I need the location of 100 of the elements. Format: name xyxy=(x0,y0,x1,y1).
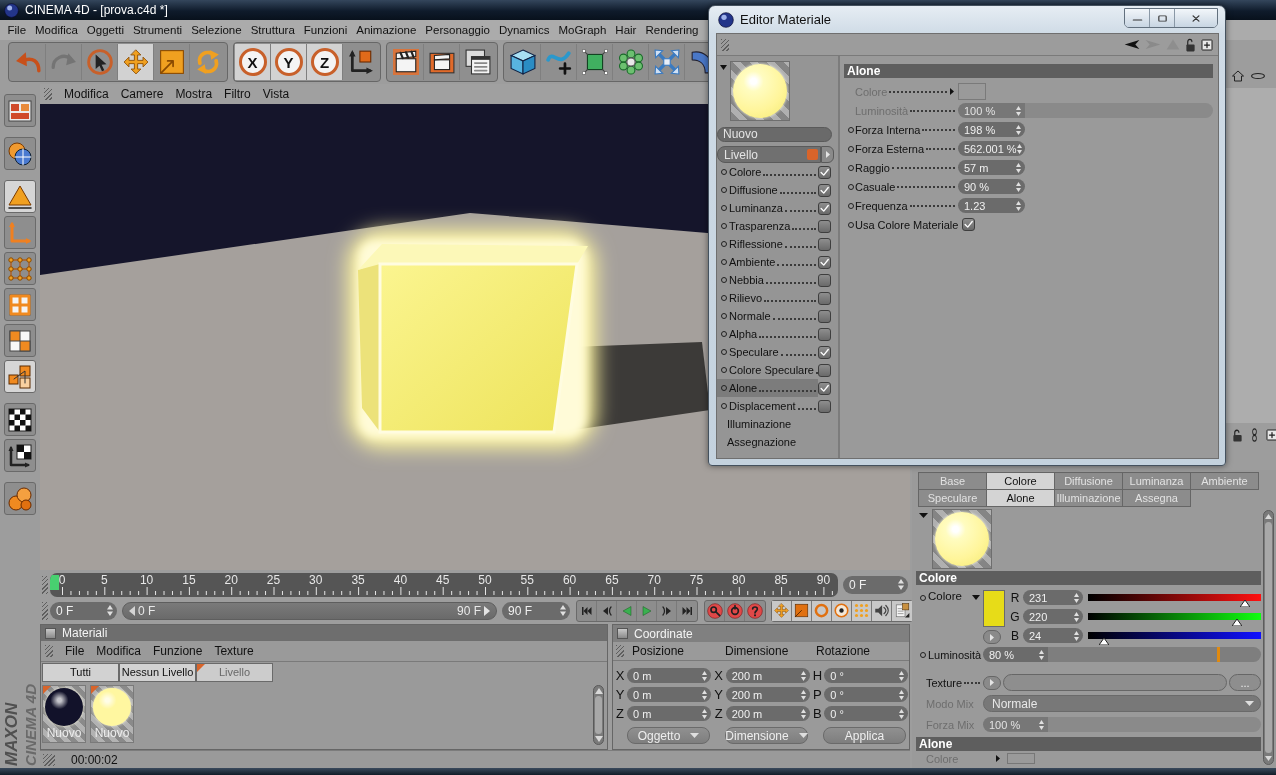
checkbox[interactable] xyxy=(818,273,831,287)
checkbox[interactable] xyxy=(818,309,831,323)
checkbox[interactable] xyxy=(818,165,831,179)
coordinate-field[interactable]: 200 m xyxy=(725,668,810,683)
grip-handle[interactable] xyxy=(45,645,53,657)
coordinate-field[interactable]: 0 m xyxy=(627,668,711,683)
menu-item[interactable]: Mostra xyxy=(169,87,219,101)
grip-handle[interactable] xyxy=(42,575,48,594)
channel-item[interactable]: Alpha xyxy=(717,325,818,343)
menu-item[interactable]: Modifica xyxy=(58,87,115,101)
key-filter-button[interactable] xyxy=(872,600,892,621)
key-filter-button[interactable] xyxy=(892,600,912,621)
page-item[interactable]: Assegnazione xyxy=(717,433,838,451)
checkbox[interactable] xyxy=(818,255,831,269)
apply-button[interactable]: Applica xyxy=(823,727,906,744)
menu-item[interactable]: Texture xyxy=(208,644,260,658)
coordinate-field[interactable]: 200 m xyxy=(725,706,810,721)
channel-item[interactable]: Speculare xyxy=(717,343,818,361)
layer-button[interactable]: Livello xyxy=(717,146,821,163)
menu-item[interactable]: Selezione xyxy=(186,24,247,36)
channel-item[interactable]: Rilievo xyxy=(717,289,818,307)
coordinate-field[interactable]: 0 ° xyxy=(824,706,909,721)
menu-item[interactable]: Funzione xyxy=(147,644,209,658)
coordinate-field[interactable]: 0 ° xyxy=(824,687,909,702)
timeline-ruler[interactable]: 0 5 10 15 20 25 30 35 40 45 50 55 60 65 70 75 80 85 90 xyxy=(50,572,838,597)
expand-button[interactable] xyxy=(983,675,1001,690)
checkbox[interactable] xyxy=(818,183,831,197)
channel-item[interactable]: Colore xyxy=(717,163,818,181)
channel-item[interactable]: Nebbia xyxy=(717,271,818,289)
mode-tool-button[interactable] xyxy=(4,439,36,472)
record-button[interactable] xyxy=(725,600,745,621)
menu-item[interactable]: Struttura xyxy=(246,24,300,36)
grip-handle[interactable] xyxy=(42,601,48,620)
channel-item[interactable]: Normale xyxy=(717,307,818,325)
slider-marker[interactable] xyxy=(1217,647,1221,662)
color-swatch[interactable] xyxy=(983,590,1005,627)
tab[interactable]: Alone xyxy=(987,490,1055,507)
axis-lock-button[interactable]: X xyxy=(235,44,271,80)
record-button[interactable] xyxy=(745,600,765,621)
mode-tool-button[interactable] xyxy=(4,137,36,170)
checkbox[interactable] xyxy=(818,363,831,377)
menu-item[interactable]: Animazione xyxy=(351,24,421,36)
layer-menu-button[interactable] xyxy=(821,146,834,163)
scrollbar[interactable] xyxy=(1263,510,1274,765)
dropdown[interactable]: Dimensione xyxy=(725,727,808,744)
axis-lock-button[interactable]: Z xyxy=(307,44,343,80)
end-frame-field[interactable]: 90 F xyxy=(502,601,570,620)
coordinate-field[interactable]: 0 m xyxy=(627,706,711,721)
mode-tool-button[interactable] xyxy=(4,403,36,436)
checkbox[interactable] xyxy=(818,237,831,251)
checkbox[interactable] xyxy=(818,399,831,413)
page-item[interactable]: Illuminazione xyxy=(717,415,838,433)
move-tool-button[interactable] xyxy=(118,44,154,80)
color-swatch[interactable] xyxy=(1007,753,1036,764)
axis-lock-button[interactable]: Y xyxy=(271,44,307,80)
filter-tab[interactable]: Nessun Livello xyxy=(119,662,196,682)
grip-handle[interactable] xyxy=(616,645,624,657)
menu-item[interactable]: Personaggio xyxy=(420,24,495,36)
tab[interactable]: Colore xyxy=(987,473,1055,490)
expand-button[interactable] xyxy=(983,630,1001,644)
key-filter-button[interactable] xyxy=(792,600,812,621)
grip-handle[interactable] xyxy=(43,753,55,766)
menu-item[interactable]: MoGraph xyxy=(553,24,611,36)
menu-item[interactable]: Hair xyxy=(610,24,641,36)
scroll-thumb[interactable] xyxy=(595,696,602,734)
menu-item[interactable]: Filtro xyxy=(218,87,257,101)
coordinate-field[interactable]: 0 m xyxy=(627,687,711,702)
channel-item[interactable]: Displacement xyxy=(717,397,818,415)
number-field[interactable]: 220 xyxy=(1023,609,1083,624)
menu-item[interactable]: File xyxy=(59,644,91,658)
coordinate-field[interactable]: 0 ° xyxy=(824,668,909,683)
menu-item[interactable]: Rendering xyxy=(640,24,703,36)
channel-item[interactable]: Diffusione xyxy=(717,181,818,199)
color-swatch[interactable] xyxy=(958,83,986,100)
minimize-button[interactable] xyxy=(1125,9,1150,27)
close-button[interactable] xyxy=(1175,9,1217,27)
slider-track[interactable] xyxy=(1088,613,1261,626)
menu-item[interactable]: Oggetti xyxy=(82,24,129,36)
filter-tab[interactable]: Tutti xyxy=(42,662,119,682)
channel-item[interactable]: Ambiente xyxy=(717,253,818,271)
checkbox[interactable] xyxy=(962,218,976,231)
menu-item[interactable]: Strumenti xyxy=(128,24,187,36)
channel-item[interactable]: Alone xyxy=(717,379,818,397)
grip-handle[interactable] xyxy=(721,38,729,51)
grip-handle[interactable] xyxy=(44,88,52,100)
current-frame-field[interactable]: 0 F xyxy=(843,575,908,594)
menu-item[interactable]: Funzioni xyxy=(299,24,352,36)
start-frame-field[interactable]: 0 F xyxy=(50,601,117,620)
texture-field[interactable] xyxy=(1003,674,1227,691)
playhead-marker[interactable] xyxy=(50,574,59,590)
number-field[interactable]: 1.23 xyxy=(958,198,1025,213)
dropdown[interactable]: Oggetto xyxy=(627,727,710,744)
record-button[interactable] xyxy=(705,600,725,621)
scroll-thumb[interactable] xyxy=(1265,522,1272,753)
slider-track[interactable] xyxy=(1088,632,1261,645)
number-field[interactable]: 562.001 % xyxy=(958,141,1025,156)
menu-item[interactable]: File xyxy=(3,24,31,36)
channel-item[interactable]: Trasparenza xyxy=(717,217,818,235)
menu-item[interactable]: Modifica xyxy=(30,24,83,36)
checkbox[interactable] xyxy=(818,327,831,341)
